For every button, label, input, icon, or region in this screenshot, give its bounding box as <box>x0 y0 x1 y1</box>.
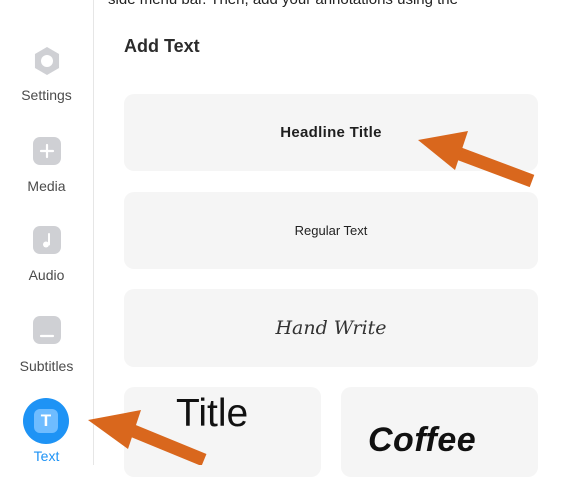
text-T-icon: T <box>34 409 58 433</box>
coffee-preset[interactable]: Coffee <box>341 387 538 477</box>
sidebar-item-label: Subtitles <box>19 358 74 374</box>
sidebar-item-label: Audio <box>28 267 65 283</box>
sidebar-item-label: Settings <box>21 87 72 103</box>
plus-icon <box>33 137 61 165</box>
title-preset[interactable]: Title <box>124 387 321 477</box>
sidebar-item-audio[interactable]: Audio <box>0 220 93 283</box>
sidebar-item-settings[interactable]: Settings <box>0 40 93 110</box>
preset-label: Hand Write <box>275 317 387 339</box>
hand-write-preset[interactable]: Hand Write <box>124 289 538 367</box>
preset-label: Regular Text <box>294 223 368 238</box>
sidebar-item-text[interactable]: T Text <box>0 398 93 465</box>
preset-label: Headline Title <box>280 124 382 141</box>
preset-label: Title <box>176 392 249 435</box>
subtitles-icon <box>33 316 61 344</box>
regular-text-preset[interactable]: Regular Text <box>124 192 538 269</box>
headline-title-preset[interactable]: Headline Title <box>124 94 538 171</box>
sidebar-item-subtitles[interactable]: Subtitles <box>0 310 93 374</box>
sidebar-item-media[interactable]: Media <box>0 132 93 194</box>
settings-icon-center <box>41 55 53 67</box>
sidebar-item-label: Text <box>33 448 60 464</box>
sidebar-item-label: Media <box>27 178 66 194</box>
music-note-icon <box>33 226 61 254</box>
preset-label: Coffee <box>368 421 477 459</box>
panel-title: Add Text <box>124 36 200 56</box>
